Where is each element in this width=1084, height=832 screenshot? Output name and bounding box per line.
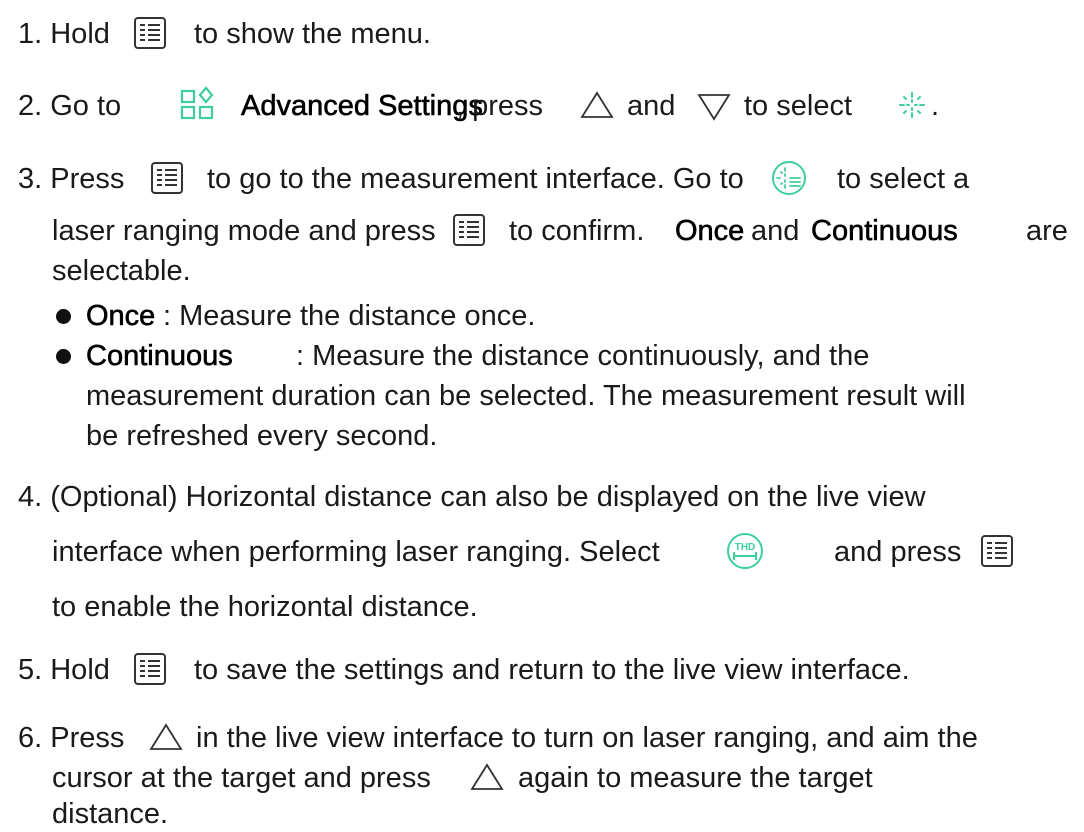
bullet-continuous-text: : Measure the distance continuously, and… [296,340,870,372]
menu-list-icon [150,161,184,195]
bullet-once-term: Once [86,300,156,333]
step-3-text-c: to select a [837,163,970,195]
menu-list-icon [980,534,1014,568]
step-5-text-b: to save the settings and return to the l… [194,654,910,686]
down-triangle-icon [696,92,732,122]
continuous-label: Continuous [811,215,958,248]
step-2-text-e: . [931,90,940,122]
bullet-once: Once : Measure the distance once. [0,298,1084,334]
once-label: Once [675,215,745,248]
advanced-settings-label: Advanced Settings [241,90,483,123]
bullet-continuous-text-2: measurement duration can be selected. Th… [86,380,966,412]
laser-ranging-icon [897,90,927,120]
bullet-once-text: : Measure the distance once. [163,300,536,332]
up-triangle-icon [469,762,505,792]
step-3-text-e: to confirm. [509,215,645,247]
step-6-text-d: again to measure the target [518,762,873,794]
step-6-text-b: in the live view interface to turn on la… [196,722,978,754]
menu-list-icon [133,652,167,686]
step-4-text-d: to enable the horizontal distance. [52,591,478,623]
advanced-settings-icon [180,86,214,120]
laser-mode-circle-icon [772,161,806,195]
bullet-dot [56,309,71,324]
step-1-text-a: 1. Hold [18,18,110,50]
step-3-text-g: are [1026,215,1068,247]
step-6-text-c: cursor at the target and press [52,762,431,794]
svg-text:THD: THD [735,542,756,553]
step-4-text-c: and press [834,536,962,568]
up-triangle-icon [148,722,184,752]
step-2-text-b: , press [456,90,544,122]
bullet-continuous-term: Continuous [86,340,233,373]
step-2-text-c: and [627,90,676,122]
bullet-dot [56,349,71,364]
step-6-text-a: 6. Press [18,722,125,754]
step-3-text-b: to go to the measurement interface. Go t… [207,163,744,195]
step-5-text-a: 5. Hold [18,654,110,686]
step-3-text-a: 3. Press [18,163,125,195]
step-4-text-a: 4. (Optional) Horizontal distance can al… [18,481,926,513]
step-3-text-h: selectable. [52,255,191,287]
step-2-text-a: 2. Go to [18,90,122,122]
up-triangle-icon [579,90,615,120]
step-3-text-d: laser ranging mode and press [52,215,436,247]
bullet-continuous: Continuous : Measure the distance contin… [0,338,1084,374]
bullet-continuous-text-3: be refreshed every second. [86,420,438,452]
step-4-text-b: interface when performing laser ranging.… [52,536,660,568]
step-2-text-d: to select [744,90,852,122]
menu-list-icon [452,213,486,247]
menu-list-icon [133,16,167,50]
step-3-text-f: and [751,215,800,247]
horizontal-distance-icon: THD [727,533,763,569]
step-6-text-e: distance. [52,798,169,830]
step-1-text-b: to show the menu. [194,18,431,50]
